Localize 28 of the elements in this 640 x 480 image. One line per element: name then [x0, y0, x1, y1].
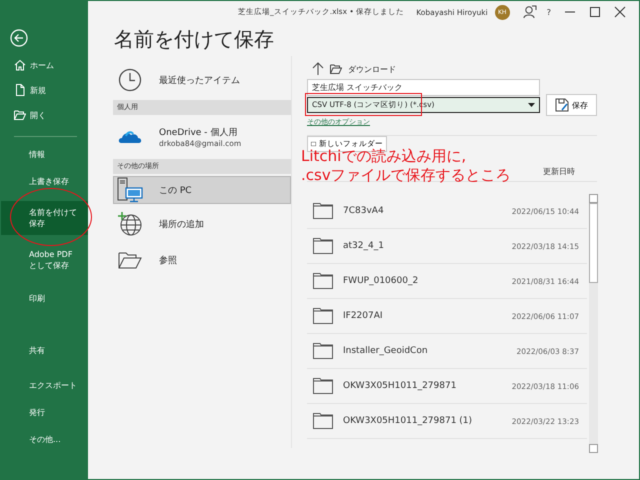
location-item[interactable]: 最近使ったアイテム	[113, 62, 291, 98]
save-button[interactable]: 保存	[546, 94, 597, 116]
annotation-text: .csvファイルで保存するところ	[301, 166, 511, 185]
sidebar-item[interactable]: 情報	[1, 147, 88, 162]
location-label: 最近使ったアイテム	[159, 74, 240, 86]
help-button[interactable]: ?	[546, 8, 551, 16]
location-label: この PC	[159, 184, 192, 196]
sidebar-item[interactable]: 新規	[14, 84, 88, 96]
location-item[interactable]: 参照	[113, 242, 291, 278]
sidebar-item[interactable]: 発行	[1, 405, 88, 420]
location-label: 参照	[159, 254, 177, 266]
sidebar-item[interactable]: ホーム	[14, 59, 88, 71]
page-title: 名前を付けて保存	[114, 26, 275, 53]
sidebar-item[interactable]: 名前を付けて保存	[1, 201, 88, 235]
sidebar-item[interactable]: エクスポート	[1, 378, 88, 393]
sidebar-item[interactable]: 開く	[14, 109, 88, 121]
location-item[interactable]: この PC	[113, 176, 291, 204]
file-name-field[interactable]: 芝生広場 スイッチバック	[307, 79, 540, 96]
sidebar-item[interactable]: 共有	[1, 343, 88, 358]
sidebar-item[interactable]: その他...	[1, 432, 88, 447]
location-label: OneDrive - 個人用	[159, 126, 238, 139]
column-header[interactable]: 更新日時	[543, 166, 575, 181]
sidebar-item[interactable]: 印刷	[1, 291, 88, 306]
sidebar-item[interactable]: Adobe PDF として保存	[1, 247, 88, 273]
breadcrumb[interactable]: ダウンロード	[348, 64, 396, 74]
sidebar-item[interactable]: 上書き保存	[1, 174, 88, 189]
location-item[interactable]: 場所の追加	[113, 206, 291, 242]
location-label: 場所の追加	[159, 218, 204, 230]
